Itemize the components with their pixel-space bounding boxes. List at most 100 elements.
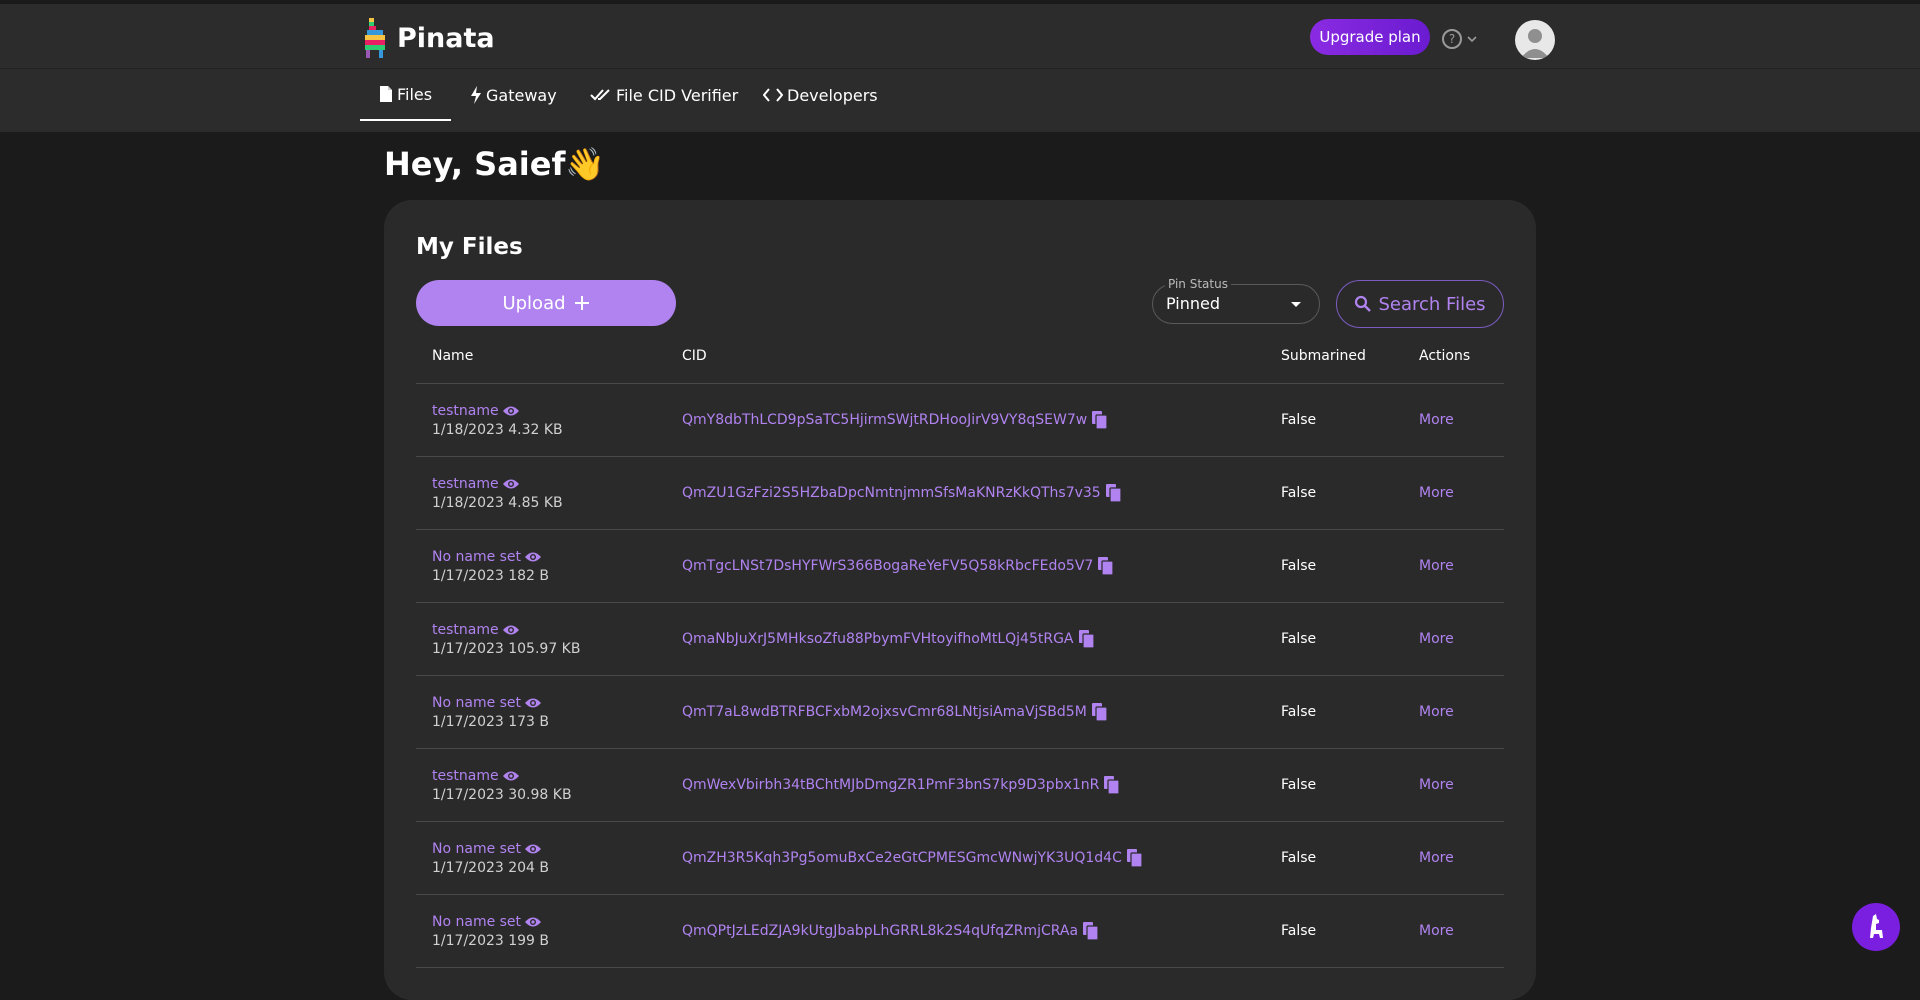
copy-icon[interactable]	[1092, 411, 1108, 429]
pin-status-select[interactable]: Pin Status Pinned	[1152, 277, 1320, 324]
file-name: No name set	[432, 914, 522, 930]
cid-link[interactable]: QmQPtJzLEdZJA9kUtgJbabpLhGRRL8k2S4qUfqZR…	[682, 923, 1078, 939]
eye-icon[interactable]	[502, 405, 520, 417]
cid-link[interactable]: QmaNbJuXrJ5MHksoZfu88PbymFVHtoyifhoMtLQj…	[682, 631, 1074, 647]
upload-label: Upload	[502, 292, 566, 314]
more-button[interactable]: More	[1419, 485, 1454, 501]
user-icon	[1521, 29, 1549, 58]
eye-icon[interactable]	[524, 697, 542, 709]
more-button[interactable]: More	[1419, 704, 1454, 720]
submarined-value: False	[1281, 923, 1317, 939]
more-button[interactable]: More	[1419, 412, 1454, 428]
copy-icon[interactable]	[1104, 776, 1120, 794]
file-name-link[interactable]: testname	[432, 622, 580, 638]
cid-link[interactable]: QmTgcLNSt7DsHYFWrS366BogaReYeFV5Q58kRbcF…	[682, 558, 1093, 574]
chevron-down-icon	[1467, 36, 1477, 43]
cid-link[interactable]: QmZU1GzFzi2S5HZbaDpcNmtnjmmSfsMaKNRzKkQT…	[682, 485, 1101, 501]
pin-status-label: Pin Status	[1165, 277, 1231, 291]
file-name-link[interactable]: No name set	[432, 695, 549, 711]
table-row: testname 1/18/2023 4.85 KB QmZU1GzFzi2S5HZ…	[416, 457, 1504, 530]
submarined-value: False	[1281, 412, 1317, 428]
table-row: testname 1/17/2023 30.98 KB QmWexVbirbh34t…	[416, 749, 1504, 822]
table-row: No name set 1/17/2023 199 B QmQPtJzLEdZJA9…	[416, 895, 1504, 968]
more-button[interactable]: More	[1419, 558, 1454, 574]
eye-icon[interactable]	[502, 770, 520, 782]
search-icon	[1355, 295, 1372, 312]
tab-files[interactable]: Files	[360, 69, 452, 121]
plus-icon	[574, 296, 589, 310]
file-name-cell: No name set 1/17/2023 173 B	[432, 695, 549, 730]
app-name: Pinata	[397, 22, 495, 54]
logo[interactable]: Pinata	[363, 18, 495, 58]
eye-icon[interactable]	[524, 843, 542, 855]
tab-developers[interactable]: Developers	[763, 69, 878, 121]
main-nav: Files Gateway File CID Verifier Develope…	[0, 68, 1920, 132]
more-button[interactable]: More	[1419, 850, 1454, 866]
file-name-link[interactable]: No name set	[432, 549, 549, 565]
file-name: testname	[432, 403, 499, 419]
copy-icon[interactable]	[1083, 922, 1099, 940]
tab-gateway[interactable]: Gateway	[470, 69, 557, 121]
file-meta: 1/17/2023 30.98 KB	[432, 787, 572, 803]
more-button[interactable]: More	[1419, 631, 1454, 647]
file-meta: 1/17/2023 199 B	[432, 933, 550, 949]
search-files-button[interactable]: Search Files	[1336, 280, 1504, 328]
copy-icon[interactable]	[1126, 849, 1143, 867]
copy-icon[interactable]	[1098, 557, 1114, 575]
eye-icon[interactable]	[502, 478, 520, 490]
avatar[interactable]	[1515, 20, 1555, 60]
file-icon	[380, 86, 392, 102]
chat-button[interactable]	[1852, 903, 1900, 951]
cid-cell: QmZU1GzFzi2S5HZbaDpcNmtnjmmSfsMaKNRzKkQT…	[682, 484, 1122, 502]
copy-icon[interactable]	[1078, 630, 1095, 648]
caret-down-icon	[1291, 302, 1301, 307]
help-menu[interactable]: ?	[1442, 29, 1478, 49]
double-check-icon	[590, 89, 610, 101]
cid-link[interactable]: QmWexVbirbh34tBChtMJbDmgZR1PmF3bnS7kp9D3…	[682, 777, 1099, 793]
more-button[interactable]: More	[1419, 777, 1454, 793]
file-name-link[interactable]: testname	[432, 476, 563, 492]
file-name-link[interactable]: testname	[432, 768, 572, 784]
submarined-value: False	[1281, 777, 1317, 793]
cid-link[interactable]: QmT7aL8wdBTRFBCFxbM2ojxsvCmr68LNtjsiAmaV…	[682, 704, 1087, 720]
code-icon	[763, 88, 783, 102]
file-meta: 1/18/2023 4.85 KB	[432, 495, 563, 511]
file-name: No name set	[432, 549, 522, 565]
cid-cell: QmY8dbThLCD9pSaTC5HjirmSWjtRDHooJirV9VY8…	[682, 411, 1108, 429]
file-name-cell: No name set 1/17/2023 182 B	[432, 549, 549, 584]
help-circle-icon: ?	[1442, 29, 1462, 49]
llama-icon	[1870, 914, 1883, 938]
upgrade-plan-button[interactable]: Upgrade plan	[1310, 19, 1430, 55]
file-name-link[interactable]: No name set	[432, 914, 549, 930]
file-name-cell: testname 1/17/2023 105.97 KB	[432, 622, 580, 657]
submarined-value: False	[1281, 850, 1317, 866]
file-name: testname	[432, 476, 499, 492]
file-name-link[interactable]: No name set	[432, 841, 549, 857]
table-row: No name set 1/17/2023 204 B QmZH3R5Kqh3Pg5…	[416, 822, 1504, 895]
file-name-cell: testname 1/17/2023 30.98 KB	[432, 768, 572, 803]
files-table: Name CID Submarined Actions testname 1/18…	[416, 328, 1504, 968]
eye-icon[interactable]	[524, 551, 542, 563]
table-row: No name set 1/17/2023 182 B QmTgcLNSt7DsHY…	[416, 530, 1504, 603]
files-title: My Files	[416, 234, 523, 260]
copy-icon[interactable]	[1105, 484, 1122, 502]
tab-file-cid-verifier[interactable]: File CID Verifier	[590, 69, 738, 121]
cid-cell: QmWexVbirbh34tBChtMJbDmgZR1PmF3bnS7kp9D3…	[682, 776, 1120, 794]
copy-icon[interactable]	[1091, 703, 1108, 721]
eye-icon[interactable]	[502, 624, 520, 636]
file-name-link[interactable]: testname	[432, 403, 563, 419]
more-button[interactable]: More	[1419, 923, 1454, 939]
upload-button[interactable]: Upload	[416, 280, 676, 326]
cid-link[interactable]: QmY8dbThLCD9pSaTC5HjirmSWjtRDHooJirV9VY8…	[682, 412, 1087, 428]
file-name-cell: testname 1/18/2023 4.32 KB	[432, 403, 563, 438]
submarined-value: False	[1281, 631, 1317, 647]
cid-link[interactable]: QmZH3R5Kqh3Pg5omuBxCe2eGtCPMESGmcWNwjYK3…	[682, 850, 1122, 866]
file-meta: 1/17/2023 182 B	[432, 568, 550, 584]
file-name-cell: No name set 1/17/2023 204 B	[432, 841, 549, 876]
eye-icon[interactable]	[524, 916, 542, 928]
file-name-cell: No name set 1/17/2023 199 B	[432, 914, 549, 949]
table-row: testname 1/18/2023 4.32 KB QmY8dbThLCD9pSa…	[416, 384, 1504, 457]
table-row: No name set 1/17/2023 173 B QmT7aL8wdBTRFB…	[416, 676, 1504, 749]
column-header-actions: Actions	[1419, 348, 1471, 364]
table-row: testname 1/17/2023 105.97 KB QmaNbJuXrJ5MH…	[416, 603, 1504, 676]
